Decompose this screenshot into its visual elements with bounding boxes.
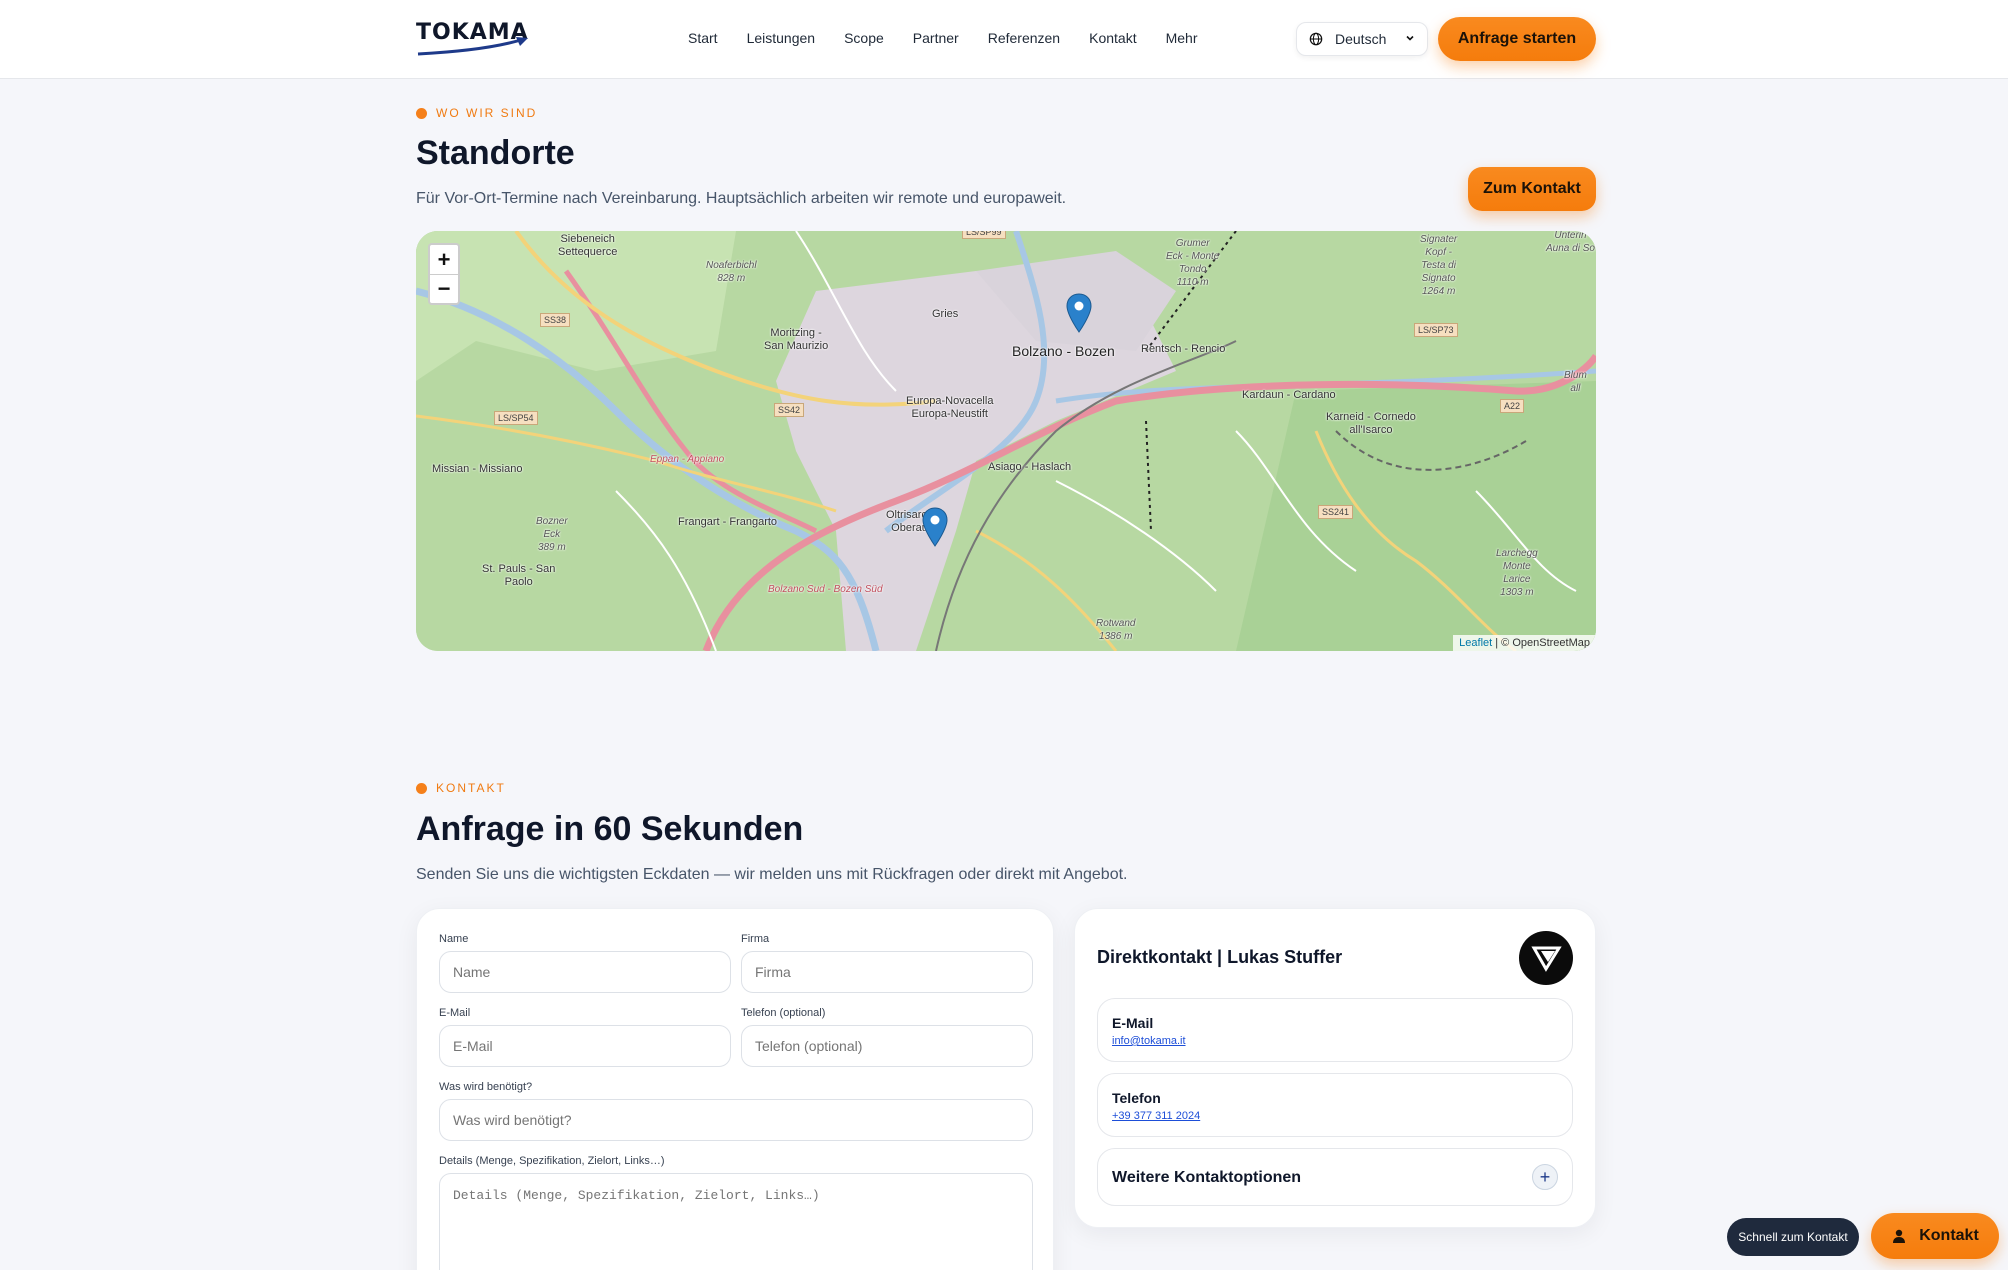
site-header: TOKAMA Start Leistungen Scope Partner Re… bbox=[0, 0, 2008, 79]
road-shield: LS/SP99 bbox=[962, 231, 1006, 239]
email-input[interactable] bbox=[439, 1025, 731, 1067]
location-marker-icon[interactable] bbox=[922, 507, 948, 547]
road-shield: LS/SP54 bbox=[494, 411, 538, 425]
request-form: Name Firma E-Mail Telefon (optional) Was… bbox=[416, 908, 1054, 1270]
map-label-stpauls: St. Pauls - San Paolo bbox=[482, 563, 556, 588]
email-contact-title: E-Mail bbox=[1112, 1015, 1154, 1031]
nav-leistungen[interactable]: Leistungen bbox=[747, 30, 816, 46]
phone-contact-item: Telefon +39 377 311 2024 bbox=[1097, 1073, 1573, 1137]
brand-mark-icon bbox=[1531, 946, 1562, 972]
map-label-asiago: Asiago - Haslach bbox=[988, 461, 1072, 473]
more-contact-options[interactable]: Weitere Kontaktoptionen + bbox=[1097, 1148, 1573, 1206]
direct-contact-title: Direktkontakt | Lukas Stuffer bbox=[1097, 947, 1343, 967]
location-marker-icon[interactable] bbox=[1066, 293, 1092, 333]
contact-eyebrow: KONTAKT bbox=[416, 781, 506, 795]
map-zoom-control: + − bbox=[428, 243, 460, 305]
zoom-out-button[interactable]: − bbox=[430, 274, 458, 303]
to-contact-button[interactable]: Zum Kontakt bbox=[1468, 167, 1596, 211]
need-label: Was wird benötigt? bbox=[439, 1081, 533, 1093]
email-contact-item: E-Mail info@tokama.it bbox=[1097, 998, 1573, 1062]
road-shield: SS42 bbox=[774, 403, 805, 417]
eyebrow-dot bbox=[416, 782, 427, 794]
map-label-karneid: Karneid - Cornedo all'Isarco bbox=[1326, 411, 1416, 436]
company-input[interactable] bbox=[741, 951, 1033, 993]
floating-contact-button[interactable]: Kontakt bbox=[1871, 1213, 1999, 1259]
map-label-frangart: Frangart - Frangarto bbox=[678, 516, 778, 528]
locations-eyebrow-text: WO WIR SIND bbox=[436, 106, 538, 120]
plus-icon[interactable]: + bbox=[1532, 1164, 1558, 1190]
phone-label: Telefon (optional) bbox=[741, 1007, 826, 1019]
more-contact-title: Weitere Kontaktoptionen bbox=[1112, 1169, 1302, 1186]
contact-eyebrow-text: KONTAKT bbox=[436, 781, 506, 795]
zoom-in-button[interactable]: + bbox=[430, 245, 458, 274]
map-label-grumer: Grumer Eck - Monte Tondo 1110 m bbox=[1166, 238, 1220, 288]
direct-contact-card: Direktkontakt | Lukas Stuffer E-Mail inf… bbox=[1074, 908, 1596, 1228]
osm-attribution[interactable]: | © OpenStreetMap bbox=[1495, 637, 1590, 649]
start-request-button[interactable]: Anfrage starten bbox=[1438, 17, 1596, 61]
phone-input[interactable] bbox=[741, 1025, 1033, 1067]
road-shield: LS/SP73 bbox=[1414, 323, 1458, 337]
road-shield: A22 bbox=[1500, 399, 1525, 413]
map-label-bozner: Bozner Eck 389 m bbox=[536, 516, 568, 553]
nav-kontakt[interactable]: Kontakt bbox=[1089, 30, 1136, 46]
leaflet-link[interactable]: Leaflet bbox=[1459, 637, 1492, 649]
locations-map[interactable]: + − Siebeneich Settequerce Noaferbichl 828… bbox=[416, 231, 1596, 651]
tokama-logo[interactable]: TOKAMA bbox=[416, 20, 531, 60]
contact-title: Anfrage in 60 Sekunden bbox=[416, 810, 804, 848]
nav-mehr[interactable]: Mehr bbox=[1166, 30, 1198, 46]
map-attribution: Leaflet | © OpenStreetMap bbox=[1453, 635, 1596, 651]
locations-title: Standorte bbox=[416, 134, 575, 172]
details-label: Details (Menge, Spezifikation, Zielort, … bbox=[439, 1155, 665, 1167]
language-selected: Deutsch bbox=[1335, 31, 1387, 47]
name-input[interactable] bbox=[439, 951, 731, 993]
map-label-missian: Missian - Missiano bbox=[432, 463, 523, 475]
main-nav: Start Leistungen Scope Partner Referenze… bbox=[688, 30, 1227, 46]
map-label-bolzano: Bolzano - Bozen bbox=[1012, 343, 1115, 359]
map-label-kardaun: Kardaun - Cardano bbox=[1242, 389, 1336, 401]
map-label-bolzanosud: Bolzano Sud - Bozen Süd bbox=[768, 584, 883, 595]
need-input[interactable] bbox=[439, 1099, 1033, 1141]
quick-contact-button[interactable]: Schnell zum Kontakt bbox=[1727, 1218, 1859, 1256]
nav-partner[interactable]: Partner bbox=[913, 30, 959, 46]
email-label: E-Mail bbox=[439, 1007, 471, 1019]
phone-link[interactable]: +39 377 311 2024 bbox=[1112, 1110, 1200, 1122]
avatar bbox=[1519, 931, 1573, 985]
company-label: Firma bbox=[741, 933, 770, 945]
email-link[interactable]: info@tokama.it bbox=[1112, 1035, 1186, 1047]
map-label-europa: Europa-Novacella Europa-Neustift bbox=[906, 395, 994, 420]
name-label: Name bbox=[439, 933, 469, 945]
locations-eyebrow: WO WIR SIND bbox=[416, 106, 537, 120]
map-label-eppan: Eppan - Appiano bbox=[650, 454, 725, 465]
chevron-down-icon bbox=[1406, 35, 1414, 41]
globe-icon bbox=[1309, 32, 1323, 46]
eyebrow-dot bbox=[416, 107, 427, 119]
nav-referenzen[interactable]: Referenzen bbox=[988, 30, 1060, 46]
map-tiles bbox=[416, 231, 1596, 651]
map-label-rotwand: Rotwand 1386 m bbox=[1096, 618, 1136, 642]
logo-swoosh-icon bbox=[417, 37, 528, 56]
nav-start[interactable]: Start bbox=[688, 30, 718, 46]
road-shield: SS38 bbox=[540, 313, 571, 327]
contact-subtitle: Senden Sie uns die wichtigsten Eckdaten … bbox=[416, 866, 1128, 883]
road-shield: SS241 bbox=[1318, 505, 1354, 519]
phone-contact-title: Telefon bbox=[1112, 1090, 1161, 1106]
map-label-gries: Gries bbox=[932, 308, 959, 320]
map-label-moritzing: Moritzing - San Maurizio bbox=[764, 327, 829, 352]
map-label-blum: Blum all bbox=[1564, 370, 1587, 394]
map-label-larcheg: Larchegg Monte Larice 1303 m bbox=[1496, 548, 1538, 598]
language-select[interactable]: Deutsch bbox=[1296, 22, 1428, 56]
floating-contact-label: Kontakt bbox=[1919, 1227, 1979, 1244]
map-label-noafer: Noaferbichl 828 m bbox=[706, 260, 757, 284]
details-textarea[interactable] bbox=[439, 1173, 1033, 1270]
map-label-siebeneich: Siebeneich Settequerce bbox=[558, 233, 618, 258]
nav-scope[interactable]: Scope bbox=[844, 30, 884, 46]
map-label-rentsch: Rentsch - Rencio bbox=[1141, 343, 1226, 355]
map-label-signater: Signater Kopf - Testa di Signato 1264 m bbox=[1420, 234, 1458, 297]
locations-subtitle: Für Vor-Ort-Termine nach Vereinbarung. H… bbox=[416, 190, 1067, 207]
map-label-unterinn: Unterin Auna di So bbox=[1546, 231, 1595, 254]
person-icon bbox=[1893, 1229, 1906, 1243]
